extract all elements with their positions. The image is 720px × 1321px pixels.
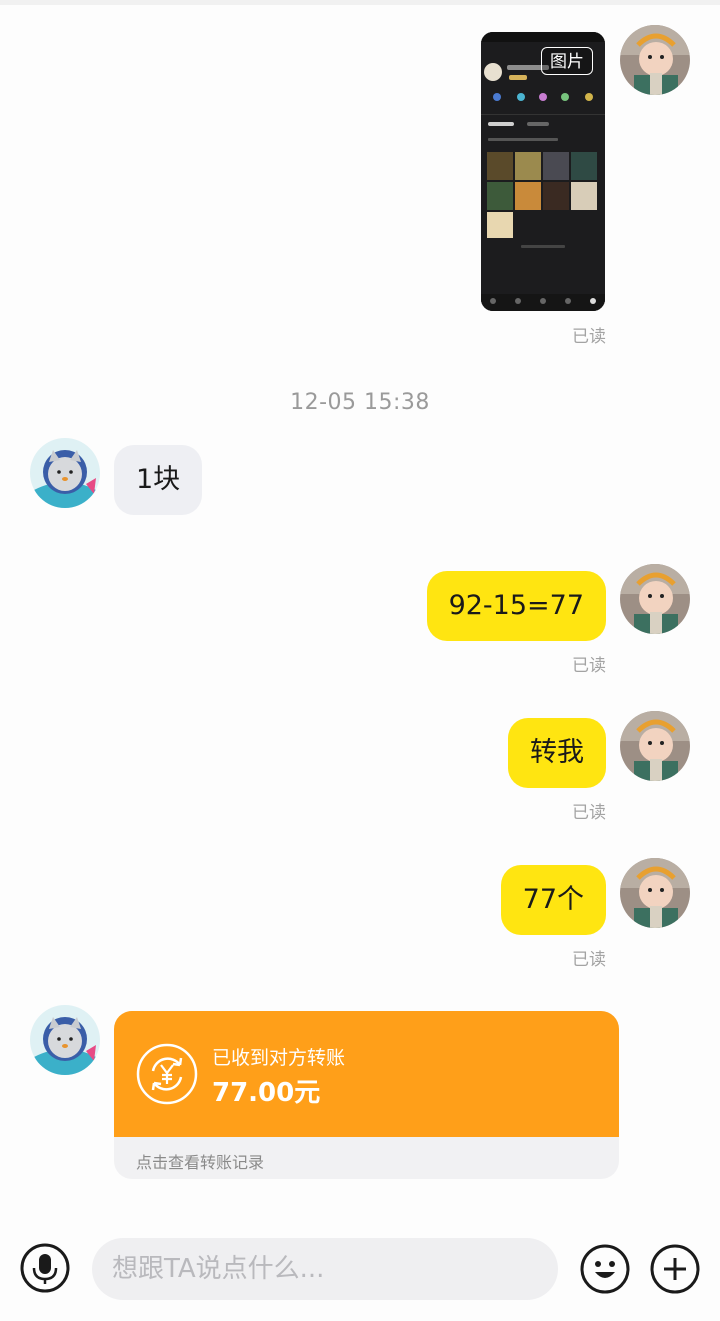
sent-message-bubble[interactable]: 转我: [508, 718, 606, 788]
plus-icon[interactable]: [650, 1244, 700, 1294]
my-avatar[interactable]: [620, 858, 690, 928]
transfer-card[interactable]: 已收到对方转账 77.00元 点击查看转账记录: [114, 1011, 619, 1179]
transfer-amount: 77.00元: [212, 1078, 321, 1108]
contact-avatar[interactable]: [30, 1005, 100, 1075]
microphone-icon[interactable]: [20, 1243, 70, 1293]
received-message-bubble[interactable]: 1块: [114, 445, 203, 515]
transfer-received-icon: [136, 1043, 198, 1105]
read-receipt: 已读: [572, 656, 606, 676]
transfer-record-link[interactable]: 点击查看转账记录: [136, 1149, 264, 1173]
sent-message-bubble[interactable]: 92-15=77: [426, 571, 606, 641]
read-receipt: 已读: [572, 803, 606, 823]
top-divider: [0, 0, 720, 5]
message-input[interactable]: [92, 1238, 558, 1300]
read-receipt: 已读: [572, 327, 606, 347]
read-receipt: 已读: [572, 950, 606, 970]
my-avatar[interactable]: [620, 564, 690, 634]
image-badge: 图片: [541, 47, 593, 75]
transfer-card-header: 已收到对方转账 77.00元: [114, 1011, 619, 1137]
message-timestamp: 12-05 15:38: [290, 390, 430, 415]
emoji-icon[interactable]: [580, 1244, 630, 1294]
chat-screen: 图片 已读 12-05 15:38 1块 92-15=77 已读 转我 已读 7…: [0, 0, 720, 1321]
transfer-status: 已收到对方转账: [212, 1047, 346, 1069]
my-avatar[interactable]: [620, 25, 690, 95]
my-avatar[interactable]: [620, 711, 690, 781]
contact-avatar[interactable]: [30, 438, 100, 508]
sent-message-bubble[interactable]: 77个: [500, 865, 606, 935]
